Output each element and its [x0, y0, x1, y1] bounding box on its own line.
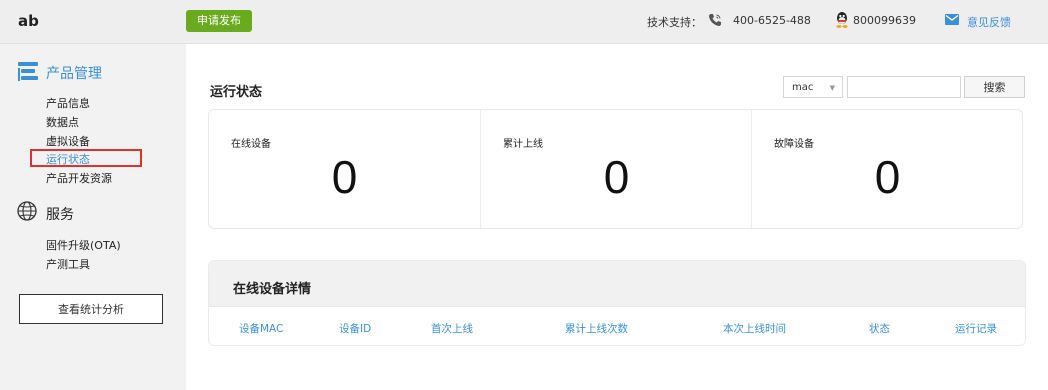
sidebar: 产品管理 产品信息 数据点 虚拟设备 运行状态 产品开发资源 服务 固件升级(O…	[0, 44, 186, 390]
search-button[interactable]: 搜索	[964, 76, 1025, 98]
sidebar-item-virtual-device[interactable]: 虚拟设备	[46, 133, 90, 149]
stat-value: 0	[874, 151, 901, 203]
section-title-service[interactable]: 服务	[46, 204, 74, 224]
sidebar-item-product-info[interactable]: 产品信息	[46, 95, 90, 111]
column-online-count[interactable]: 累计上线次数	[565, 321, 628, 336]
app-logo: ab	[18, 12, 39, 30]
product-list-icon	[18, 62, 38, 81]
stat-label: 在线设备	[231, 139, 271, 150]
search-input[interactable]	[847, 76, 961, 98]
globe-icon	[17, 201, 37, 221]
stat-label: 累计上线	[503, 139, 543, 150]
stat-value: 0	[603, 151, 630, 203]
chevron-down-icon: ▼	[829, 84, 835, 92]
qq-icon	[836, 12, 848, 28]
column-first-online[interactable]: 首次上线	[431, 321, 473, 336]
column-run-log[interactable]: 运行记录	[955, 321, 997, 336]
page-title: 运行状态	[210, 85, 263, 100]
detail-header: 在线设备详情	[209, 261, 1025, 307]
support-phone: 400-6525-488	[733, 14, 811, 27]
sidebar-item-test-tool[interactable]: 产测工具	[46, 256, 90, 272]
sidebar-item-ota[interactable]: 固件升级(OTA)	[46, 237, 121, 253]
support-qq: 800099639	[853, 14, 916, 27]
filter-select-value: mac	[792, 82, 814, 93]
column-status[interactable]: 状态	[869, 321, 890, 336]
stats-card: 在线设备 0 累计上线 0 故障设备 0	[208, 109, 1023, 229]
sidebar-item-dev-resources[interactable]: 产品开发资源	[46, 170, 112, 186]
top-bar: ab 申请发布 技术支持： 400-6525-488 800099639 意见反…	[0, 0, 1048, 44]
support-label: 技术支持：	[647, 16, 702, 29]
feedback-link[interactable]: 意见反馈	[967, 14, 1011, 30]
stat-label: 故障设备	[774, 139, 814, 150]
stat-online-devices: 在线设备 0	[209, 110, 480, 228]
mail-icon	[945, 14, 959, 25]
stat-fault-devices: 故障设备 0	[751, 110, 1023, 228]
stat-value: 0	[331, 151, 358, 203]
highlight-box	[30, 149, 142, 167]
column-current-online-time[interactable]: 本次上线时间	[723, 321, 786, 336]
publish-button[interactable]: 申请发布	[186, 10, 252, 32]
column-device-id[interactable]: 设备ID	[339, 321, 371, 336]
stat-total-online: 累计上线 0	[480, 110, 752, 228]
phone-icon	[709, 14, 721, 26]
filter-select[interactable]: mac ▼	[783, 76, 843, 98]
online-device-detail: 在线设备详情 设备MAC 设备ID 首次上线 累计上线次数 本次上线时间 状态 …	[208, 260, 1026, 346]
sidebar-item-datapoints[interactable]: 数据点	[46, 114, 79, 130]
view-stats-button[interactable]: 查看统计分析	[19, 294, 163, 324]
section-title-product[interactable]: 产品管理	[46, 63, 102, 83]
column-device-mac[interactable]: 设备MAC	[239, 321, 283, 336]
detail-title: 在线设备详情	[233, 282, 312, 297]
main-content: 运行状态 mac ▼ 搜索 在线设备 0 累计上线 0 故障设备 0 在线设备详…	[186, 44, 1048, 390]
